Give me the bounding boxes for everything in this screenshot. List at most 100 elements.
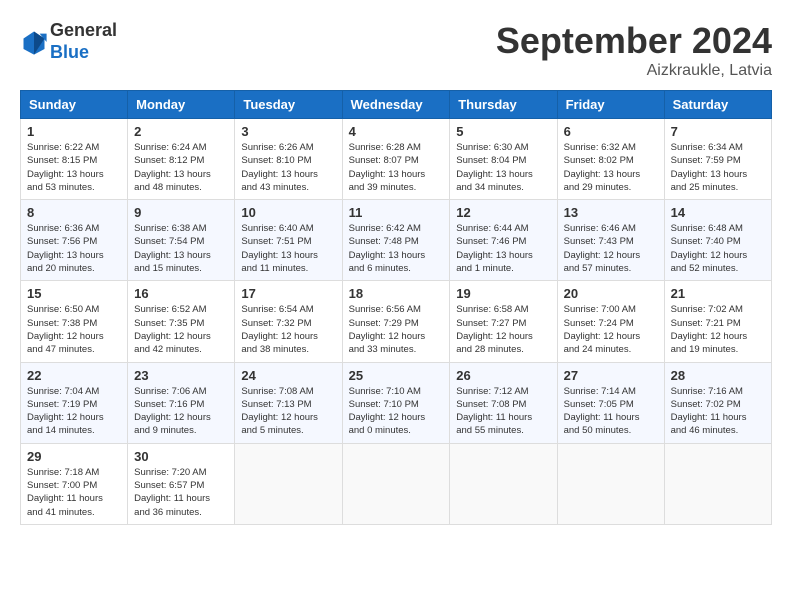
calendar-cell: 14 Sunrise: 6:48 AMSunset: 7:40 PMDayligh…: [664, 200, 771, 281]
day-number: 5: [456, 124, 550, 139]
day-info: Sunrise: 7:18 AMSunset: 7:00 PMDaylight:…: [27, 466, 121, 519]
calendar-cell: 11 Sunrise: 6:42 AMSunset: 7:48 PMDayligh…: [342, 200, 450, 281]
calendar-cell: 10Sunrise: 6:40 AMSunset: 7:51 PMDayligh…: [235, 200, 342, 281]
day-info: Sunrise: 6:42 AMSunset: 7:48 PMDaylight:…: [349, 222, 444, 275]
title-block: September 2024 Aizkraukle, Latvia: [496, 20, 772, 80]
day-number: 8: [27, 205, 121, 220]
calendar-cell: 23 Sunrise: 7:06 AMSunset: 7:16 PMDayligh…: [128, 362, 235, 443]
calendar-cell: [235, 443, 342, 524]
calendar-cell: 26Sunrise: 7:12 AMSunset: 7:08 PMDayligh…: [450, 362, 557, 443]
day-info: Sunrise: 6:58 AMSunset: 7:27 PMDaylight:…: [456, 303, 550, 356]
day-info: Sunrise: 7:10 AMSunset: 7:10 PMDaylight:…: [349, 385, 444, 438]
calendar-cell: 17Sunrise: 6:54 AMSunset: 7:32 PMDayligh…: [235, 281, 342, 362]
day-info: Sunrise: 6:44 AMSunset: 7:46 PMDaylight:…: [456, 222, 550, 275]
day-number: 19: [456, 286, 550, 301]
weekday-header-wednesday: Wednesday: [342, 91, 450, 119]
day-number: 12: [456, 205, 550, 220]
calendar-cell: 19 Sunrise: 6:58 AMSunset: 7:27 PMDayligh…: [450, 281, 557, 362]
day-info: Sunrise: 7:14 AMSunset: 7:05 PMDaylight:…: [564, 385, 658, 438]
day-number: 9: [134, 205, 228, 220]
day-info: Sunrise: 6:48 AMSunset: 7:40 PMDaylight:…: [671, 222, 765, 275]
page-header: General Blue September 2024 Aizkraukle, …: [20, 20, 772, 80]
calendar-cell: 2 Sunrise: 6:24 AMSunset: 8:12 PMDaylight…: [128, 119, 235, 200]
calendar-cell: 25 Sunrise: 7:10 AMSunset: 7:10 PMDayligh…: [342, 362, 450, 443]
day-info: Sunrise: 6:46 AMSunset: 7:43 PMDaylight:…: [564, 222, 658, 275]
day-number: 29: [27, 449, 121, 464]
day-info: Sunrise: 6:30 AMSunset: 8:04 PMDaylight:…: [456, 141, 550, 194]
day-info: Sunrise: 7:04 AMSunset: 7:19 PMDaylight:…: [27, 385, 121, 438]
logo-blue: Blue: [50, 42, 89, 62]
day-info: Sunrise: 7:06 AMSunset: 7:16 PMDaylight:…: [134, 385, 228, 438]
day-info: Sunrise: 6:52 AMSunset: 7:35 PMDaylight:…: [134, 303, 228, 356]
day-number: 23: [134, 368, 228, 383]
day-number: 27: [564, 368, 658, 383]
day-number: 26: [456, 368, 550, 383]
calendar-cell: 29 Sunrise: 7:18 AMSunset: 7:00 PMDayligh…: [21, 443, 128, 524]
location: Aizkraukle, Latvia: [496, 62, 772, 80]
day-info: Sunrise: 6:22 AMSunset: 8:15 PMDaylight:…: [27, 141, 121, 194]
calendar-cell: 15Sunrise: 6:50 AMSunset: 7:38 PMDayligh…: [21, 281, 128, 362]
day-info: Sunrise: 7:00 AMSunset: 7:24 PMDaylight:…: [564, 303, 658, 356]
calendar-table: SundayMondayTuesdayWednesdayThursdayFrid…: [20, 90, 772, 525]
day-info: Sunrise: 6:28 AMSunset: 8:07 PMDaylight:…: [349, 141, 444, 194]
day-number: 4: [349, 124, 444, 139]
day-number: 14: [671, 205, 765, 220]
calendar-cell: 9 Sunrise: 6:38 AMSunset: 7:54 PMDaylight…: [128, 200, 235, 281]
day-number: 30: [134, 449, 228, 464]
calendar-cell: 8Sunrise: 6:36 AMSunset: 7:56 PMDaylight…: [21, 200, 128, 281]
day-number: 25: [349, 368, 444, 383]
calendar-cell: 28Sunrise: 7:16 AMSunset: 7:02 PMDayligh…: [664, 362, 771, 443]
month-title: September 2024: [496, 20, 772, 62]
day-info: Sunrise: 6:24 AMSunset: 8:12 PMDaylight:…: [134, 141, 228, 194]
weekday-header-thursday: Thursday: [450, 91, 557, 119]
calendar-body: 1 Sunrise: 6:22 AMSunset: 8:15 PMDaylight…: [21, 119, 772, 525]
day-number: 18: [349, 286, 444, 301]
calendar-cell: 22 Sunrise: 7:04 AMSunset: 7:19 PMDayligh…: [21, 362, 128, 443]
day-number: 16: [134, 286, 228, 301]
day-info: Sunrise: 6:38 AMSunset: 7:54 PMDaylight:…: [134, 222, 228, 275]
calendar-cell: 4 Sunrise: 6:28 AMSunset: 8:07 PMDaylight…: [342, 119, 450, 200]
calendar-cell: 7Sunrise: 6:34 AMSunset: 7:59 PMDaylight…: [664, 119, 771, 200]
day-number: 2: [134, 124, 228, 139]
calendar-cell: 13 Sunrise: 6:46 AMSunset: 7:43 PMDayligh…: [557, 200, 664, 281]
day-number: 24: [241, 368, 335, 383]
calendar-week-row: 1 Sunrise: 6:22 AMSunset: 8:15 PMDaylight…: [21, 119, 772, 200]
day-number: 6: [564, 124, 658, 139]
logo-icon: [20, 28, 48, 56]
day-number: 1: [27, 124, 121, 139]
logo-text: General Blue: [50, 20, 117, 63]
calendar-cell: 24Sunrise: 7:08 AMSunset: 7:13 PMDayligh…: [235, 362, 342, 443]
weekday-header-row: SundayMondayTuesdayWednesdayThursdayFrid…: [21, 91, 772, 119]
calendar-cell: [450, 443, 557, 524]
calendar-week-row: 8Sunrise: 6:36 AMSunset: 7:56 PMDaylight…: [21, 200, 772, 281]
calendar-cell: 12 Sunrise: 6:44 AMSunset: 7:46 PMDayligh…: [450, 200, 557, 281]
calendar-cell: 5 Sunrise: 6:30 AMSunset: 8:04 PMDaylight…: [450, 119, 557, 200]
day-number: 22: [27, 368, 121, 383]
day-info: Sunrise: 6:26 AMSunset: 8:10 PMDaylight:…: [241, 141, 335, 194]
calendar-cell: [664, 443, 771, 524]
calendar-cell: 16 Sunrise: 6:52 AMSunset: 7:35 PMDayligh…: [128, 281, 235, 362]
calendar-cell: 6 Sunrise: 6:32 AMSunset: 8:02 PMDaylight…: [557, 119, 664, 200]
day-number: 7: [671, 124, 765, 139]
calendar-cell: 1 Sunrise: 6:22 AMSunset: 8:15 PMDaylight…: [21, 119, 128, 200]
calendar-cell: 20 Sunrise: 7:00 AMSunset: 7:24 PMDayligh…: [557, 281, 664, 362]
calendar-week-row: 22 Sunrise: 7:04 AMSunset: 7:19 PMDayligh…: [21, 362, 772, 443]
logo-general: General: [50, 20, 117, 40]
calendar-cell: [342, 443, 450, 524]
day-number: 11: [349, 205, 444, 220]
calendar-week-row: 15Sunrise: 6:50 AMSunset: 7:38 PMDayligh…: [21, 281, 772, 362]
day-info: Sunrise: 6:32 AMSunset: 8:02 PMDaylight:…: [564, 141, 658, 194]
day-number: 3: [241, 124, 335, 139]
day-info: Sunrise: 7:02 AMSunset: 7:21 PMDaylight:…: [671, 303, 765, 356]
day-info: Sunrise: 7:20 AMSunset: 6:57 PMDaylight:…: [134, 466, 228, 519]
day-number: 13: [564, 205, 658, 220]
day-number: 21: [671, 286, 765, 301]
calendar-cell: 27 Sunrise: 7:14 AMSunset: 7:05 PMDayligh…: [557, 362, 664, 443]
weekday-header-tuesday: Tuesday: [235, 91, 342, 119]
day-info: Sunrise: 6:50 AMSunset: 7:38 PMDaylight:…: [27, 303, 121, 356]
day-number: 20: [564, 286, 658, 301]
logo: General Blue: [20, 20, 117, 63]
day-info: Sunrise: 6:54 AMSunset: 7:32 PMDaylight:…: [241, 303, 335, 356]
weekday-header-friday: Friday: [557, 91, 664, 119]
calendar-cell: 3 Sunrise: 6:26 AMSunset: 8:10 PMDaylight…: [235, 119, 342, 200]
